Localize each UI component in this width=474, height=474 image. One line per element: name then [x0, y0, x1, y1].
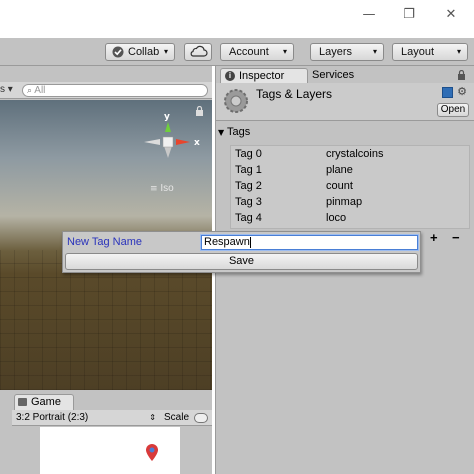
chevron-down-icon: ▾: [163, 47, 168, 56]
tag-key: Tag 2: [235, 180, 262, 192]
tags-heading: Tags: [227, 126, 251, 138]
scale-label: Scale: [164, 412, 190, 423]
layout-dropdown[interactable]: Layout ▾: [392, 43, 468, 61]
cloud-button[interactable]: [184, 43, 212, 61]
main-toolbar: Collab ▾ Account ▾ Layers ▾ Layout ▾: [0, 38, 474, 66]
collab-button[interactable]: Collab ▾: [105, 43, 175, 61]
help-book-icon[interactable]: [442, 87, 453, 98]
maximize-icon[interactable]: ❐: [398, 6, 420, 24]
cloud-icon: [190, 45, 208, 57]
game-tab-label: Game: [31, 396, 61, 408]
save-button[interactable]: Save: [65, 253, 418, 270]
new-tag-name-input[interactable]: Respawn: [201, 235, 418, 250]
tag-value: count: [326, 180, 353, 192]
tag-key: Tag 1: [235, 164, 262, 176]
iso-icon: ≡: [150, 184, 158, 194]
chevron-down-icon: ▾: [456, 47, 461, 56]
game-toolbar: 3:2 Portrait (2:3) ⇕ Scale: [12, 410, 212, 426]
game-canvas[interactable]: [40, 427, 180, 474]
updown-icon: ⇕: [149, 413, 156, 422]
remove-tag-button[interactable]: −: [452, 230, 460, 245]
settings-icon[interactable]: ⚙: [457, 85, 467, 98]
tag-key: Tag 0: [235, 148, 262, 160]
tags-foldout[interactable]: ▼ Tags: [218, 126, 250, 138]
aspect-label: 3:2 Portrait (2:3): [16, 412, 89, 423]
account-label: Account: [229, 46, 269, 58]
chevron-down-icon: ▾: [372, 47, 377, 56]
title-bar: — ❐ ✕: [0, 0, 474, 38]
aspect-dropdown[interactable]: 3:2 Portrait (2:3) ⇕: [16, 411, 156, 425]
open-button[interactable]: Open: [437, 103, 469, 117]
page-title: Tags & Layers: [256, 87, 333, 101]
new-tag-name-value: Respawn: [204, 236, 250, 248]
tab-game[interactable]: Game: [14, 394, 74, 410]
scene-gizmo-icon[interactable]: y x: [138, 110, 208, 170]
gizmo-x-label: x: [194, 138, 200, 148]
game-tab-icon: [18, 398, 27, 406]
gizmo-y-label: y: [164, 112, 170, 122]
iso-label-text: Iso: [160, 183, 174, 194]
close-icon[interactable]: ✕: [440, 6, 462, 24]
layout-label: Layout: [401, 46, 435, 58]
scene-toolbar: s ▾ ⌕ All: [0, 82, 212, 99]
foldout-arrow-icon: ▼: [218, 128, 225, 137]
text-cursor: [249, 236, 251, 248]
inspector-header: Tags & Layers ⚙ Open: [216, 83, 474, 121]
game-panel: Game 3:2 Portrait (2:3) ⇕ Scale: [0, 390, 212, 474]
layers-dropdown[interactable]: Layers ▾: [310, 43, 384, 61]
scene-toolbar-edge: s ▾: [0, 84, 13, 95]
iso-toggle[interactable]: ≡ Iso: [150, 183, 174, 194]
add-tag-button[interactable]: +: [430, 230, 438, 245]
tab-inspector[interactable]: i Inspector: [220, 68, 308, 83]
collab-label: Collab: [128, 46, 160, 58]
scene-panel: s ▾ ⌕ All y x ≡ Iso: [0, 66, 212, 390]
tab-services-label: Services: [312, 69, 355, 81]
tab-services[interactable]: Services: [312, 68, 382, 83]
search-icon: ⌕: [27, 86, 33, 96]
tags-list: Tag 0 crystalcoins Tag 1 plane Tag 2 cou…: [230, 145, 470, 229]
tag-value: loco: [326, 212, 347, 224]
collab-check-icon: [112, 46, 124, 58]
map-pin-icon: [146, 444, 158, 461]
minimize-icon[interactable]: —: [358, 6, 380, 24]
account-dropdown[interactable]: Account ▾: [220, 43, 294, 61]
new-tag-name-label: New Tag Name: [67, 236, 142, 248]
tag-key: Tag 4: [235, 212, 262, 224]
new-tag-popup: New Tag Name Respawn Save: [62, 231, 421, 273]
tag-value: crystalcoins: [326, 148, 384, 160]
search-placeholder: All: [34, 85, 46, 96]
lock-icon[interactable]: [457, 69, 466, 83]
tag-value: pinmap: [326, 196, 363, 208]
layers-label: Layers: [319, 46, 353, 58]
scene-search-input[interactable]: ⌕ All: [22, 84, 208, 97]
scale-slider[interactable]: [194, 413, 208, 423]
tag-key: Tag 3: [235, 196, 262, 208]
tab-inspector-label: Inspector: [239, 70, 285, 82]
tag-value: plane: [326, 164, 353, 176]
gear-icon: [224, 89, 248, 113]
info-icon: i: [225, 71, 235, 81]
chevron-down-icon: ▾: [282, 47, 287, 56]
